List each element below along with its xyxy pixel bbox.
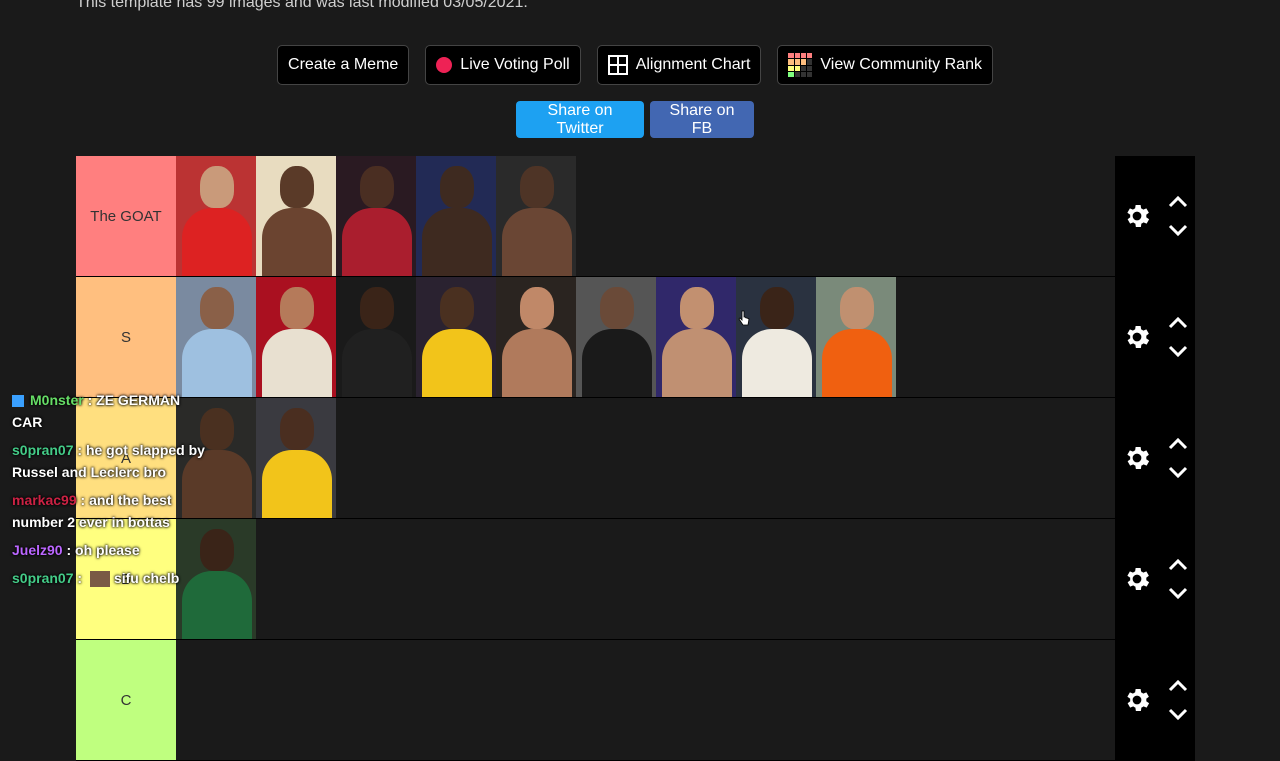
- tier-row: B: [76, 519, 1195, 640]
- share-facebook-button[interactable]: Share on FB: [650, 101, 754, 138]
- tier-item-image[interactable]: [176, 277, 256, 397]
- share-twitter-button[interactable]: Share on Twitter: [516, 101, 644, 138]
- tier-controls: [1115, 519, 1195, 639]
- tier-item-image[interactable]: [336, 277, 416, 397]
- chevron-up-icon[interactable]: [1168, 195, 1188, 209]
- tier-controls: [1115, 398, 1195, 518]
- tier-item-image[interactable]: [496, 277, 576, 397]
- face-emote-icon: [89, 571, 110, 588]
- tier-item-image[interactable]: [176, 156, 256, 276]
- tier-row: C: [76, 640, 1195, 761]
- chevron-up-icon[interactable]: [1168, 437, 1188, 451]
- tier-item-image[interactable]: [256, 156, 336, 276]
- chat-message: markac99 : and the best number 2 ever in…: [12, 492, 172, 530]
- chevron-down-icon[interactable]: [1168, 586, 1188, 600]
- tier-grid-icon: [788, 53, 813, 77]
- tier-item-image[interactable]: [256, 277, 336, 397]
- tier-label[interactable]: S: [76, 277, 176, 397]
- view-community-rank-button[interactable]: View Community Rank: [777, 45, 993, 85]
- chevron-down-icon[interactable]: [1168, 465, 1188, 479]
- chat-overlay: M0nster : ZE GERMAN CAR s0pran07 : he go…: [0, 386, 220, 592]
- chat-username: M0nster: [30, 392, 84, 408]
- tier-items-dropzone[interactable]: [176, 519, 1115, 639]
- action-button-row: Create a Meme Live Voting Poll Alignment…: [0, 45, 1270, 85]
- tier-items-dropzone[interactable]: [176, 398, 1115, 518]
- chevron-down-icon[interactable]: [1168, 344, 1188, 358]
- chevron-up-icon[interactable]: [1168, 316, 1188, 330]
- tier-row: A: [76, 398, 1195, 519]
- chat-message: s0pran07 : he got slapped by Russel and …: [12, 442, 205, 480]
- chevron-up-icon[interactable]: [1168, 558, 1188, 572]
- tier-row: The GOAT: [76, 156, 1195, 277]
- tier-items-dropzone[interactable]: [176, 640, 1115, 760]
- tier-items-dropzone[interactable]: [176, 277, 1115, 397]
- tier-label[interactable]: The GOAT: [76, 156, 176, 276]
- create-meme-button[interactable]: Create a Meme: [277, 45, 410, 85]
- share-button-row: Share on Twitter Share on FB: [516, 101, 754, 138]
- chat-username: s0pran07: [12, 442, 74, 458]
- gear-icon[interactable]: [1122, 564, 1152, 594]
- live-dot-icon: [436, 57, 453, 73]
- chat-text: oh please: [75, 542, 140, 558]
- grid-icon: [607, 55, 628, 75]
- chat-text: sifu chelb: [113, 570, 180, 586]
- tier-item-image[interactable]: [336, 156, 416, 276]
- tier-item-image[interactable]: [256, 398, 336, 518]
- tier-controls: [1115, 156, 1195, 276]
- tier-list: The GOAT S A B C: [76, 156, 1195, 761]
- tier-item-image[interactable]: [816, 277, 896, 397]
- alignment-chart-label: Alignment Chart: [635, 56, 751, 73]
- chevron-down-icon[interactable]: [1168, 223, 1188, 237]
- tier-item-image[interactable]: [416, 277, 496, 397]
- hand-cursor-icon: [738, 310, 750, 326]
- tier-item-image[interactable]: [576, 277, 656, 397]
- alignment-chart-button[interactable]: Alignment Chart: [596, 45, 762, 85]
- live-voting-poll-button[interactable]: Live Voting Poll: [425, 45, 581, 85]
- chat-message: M0nster : ZE GERMAN CAR: [12, 392, 181, 430]
- chat-username: s0pran07: [12, 570, 74, 586]
- live-voting-poll-label: Live Voting Poll: [460, 56, 570, 73]
- tier-controls: [1115, 277, 1195, 397]
- gear-icon[interactable]: [1122, 685, 1152, 715]
- view-community-rank-label: View Community Rank: [820, 56, 982, 73]
- tier-item-image[interactable]: [496, 156, 576, 276]
- template-info-text: This template has 99 images and was last…: [76, 0, 528, 11]
- tier-label[interactable]: C: [76, 640, 176, 760]
- box-icon: [12, 395, 24, 408]
- gear-icon[interactable]: [1122, 201, 1152, 231]
- tier-controls: [1115, 640, 1195, 760]
- chevron-up-icon[interactable]: [1168, 679, 1188, 693]
- tier-row: S: [76, 277, 1195, 398]
- gear-icon[interactable]: [1122, 322, 1152, 352]
- chat-username: markac99: [12, 492, 77, 508]
- chat-message: s0pran07 : sifu chelb: [12, 570, 180, 588]
- create-meme-label: Create a Meme: [288, 56, 399, 73]
- chevron-down-icon[interactable]: [1168, 707, 1188, 721]
- gear-icon[interactable]: [1122, 443, 1152, 473]
- chat-message: Juelz90 : oh please: [12, 542, 140, 558]
- tier-items-dropzone[interactable]: [176, 156, 1115, 276]
- tier-item-image[interactable]: [656, 277, 736, 397]
- chat-username: Juelz90: [12, 542, 63, 558]
- tier-item-image[interactable]: [736, 277, 816, 397]
- tier-item-image[interactable]: [416, 156, 496, 276]
